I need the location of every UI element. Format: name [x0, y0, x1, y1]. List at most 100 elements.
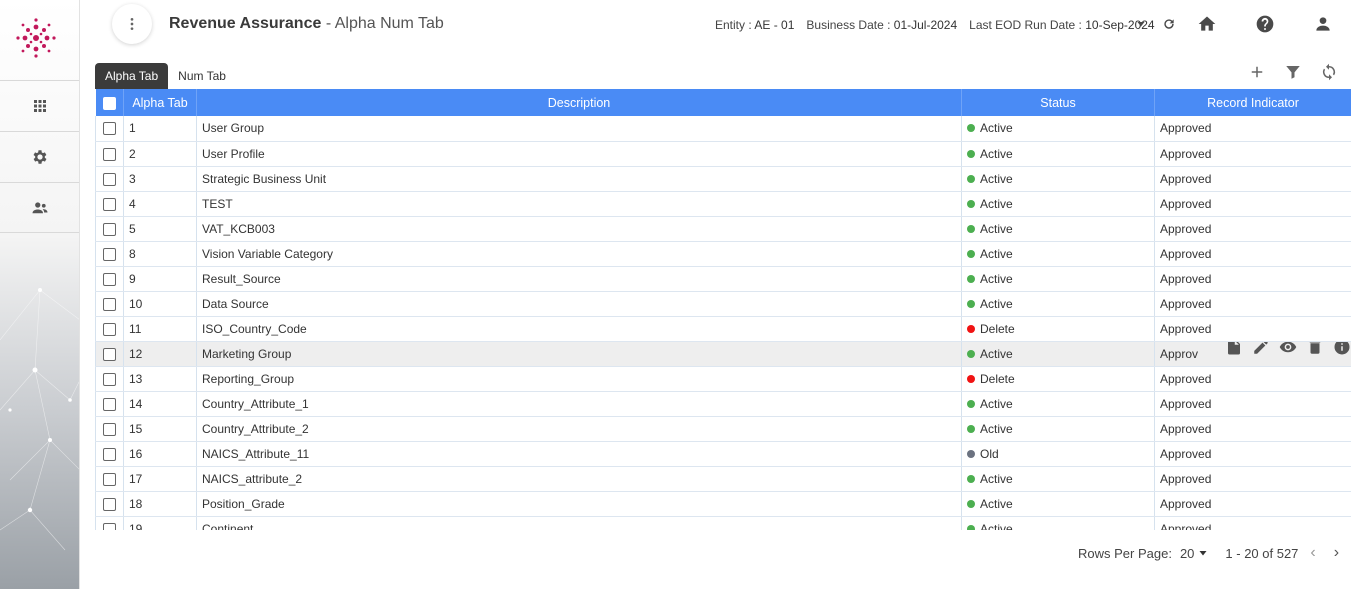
table-row[interactable]: 1 User Group Active Approved: [95, 116, 1351, 142]
row-checkbox[interactable]: [103, 347, 116, 361]
table-row[interactable]: 5 VAT_KCB003 Active Approved: [95, 216, 1351, 242]
record-indicator-cell: Approved: [1154, 291, 1351, 317]
row-checkbox[interactable]: [103, 272, 116, 286]
next-page-button[interactable]: ›: [1334, 544, 1339, 562]
home-icon: [1198, 16, 1216, 31]
table-row[interactable]: 17 NAICS_attribute_2 Active Approved: [95, 466, 1351, 492]
row-checkbox[interactable]: [103, 472, 116, 486]
status-dot: [967, 299, 975, 308]
add-button[interactable]: [1247, 62, 1267, 82]
row-checkbox[interactable]: [103, 372, 116, 386]
filter-button[interactable]: [1283, 62, 1303, 82]
select-all-checkbox[interactable]: [102, 96, 116, 110]
plus-icon: [1251, 66, 1263, 78]
table-row[interactable]: 18 Position_Grade Active Approved: [95, 491, 1351, 517]
users-button[interactable]: [0, 182, 79, 233]
refresh-date-button[interactable]: [1158, 13, 1180, 35]
row-select-cell: [95, 241, 124, 267]
status-dot: [967, 174, 975, 183]
status-dot: [967, 424, 975, 433]
alpha-tab-cell: 3: [123, 166, 197, 192]
row-checkbox[interactable]: [103, 247, 116, 261]
help-button[interactable]: [1254, 13, 1276, 35]
column-header-alpha-tab[interactable]: Alpha Tab: [123, 89, 197, 116]
home-button[interactable]: [1196, 13, 1218, 35]
reload-button[interactable]: [1319, 62, 1339, 82]
row-checkbox[interactable]: [103, 447, 116, 461]
status-text: Active: [980, 421, 1013, 436]
record-indicator-wrap: Approved: [1160, 272, 1351, 286]
description-cell: Vision Variable Category: [196, 241, 962, 267]
tab-bar: Alpha Tab Num Tab: [95, 63, 236, 89]
table-row[interactable]: 9 Result_Source Active Approved: [95, 266, 1351, 292]
copy-icon[interactable]: [1225, 341, 1243, 356]
status-text: Active: [980, 396, 1013, 411]
row-checkbox[interactable]: [103, 147, 116, 161]
alpha-tab-cell: 11: [123, 316, 197, 342]
status-text: Active: [980, 196, 1013, 211]
table-row[interactable]: 15 Country_Attribute_2 Active Approved: [95, 416, 1351, 442]
alpha-tab-table: Alpha Tab Description Status Record Indi…: [95, 89, 1351, 530]
record-indicator-text: Approved: [1160, 121, 1212, 136]
column-header-status[interactable]: Status: [961, 89, 1155, 116]
row-select-cell: [95, 116, 124, 142]
rows-per-page-select[interactable]: 20: [1180, 546, 1209, 561]
row-checkbox[interactable]: [103, 522, 116, 530]
table-row[interactable]: 3 Strategic Business Unit Active Approved: [95, 166, 1351, 192]
table-row[interactable]: 11 ISO_Country_Code Delete Approved: [95, 316, 1351, 342]
record-indicator-cell: Approved: [1154, 491, 1351, 517]
view-icon[interactable]: [1279, 341, 1297, 356]
row-checkbox[interactable]: [103, 497, 116, 511]
record-indicator-text: Approved: [1160, 496, 1212, 511]
eod-dropdown-button[interactable]: [1130, 13, 1152, 35]
previous-page-button[interactable]: ‹: [1310, 544, 1315, 562]
user-account-button[interactable]: [1312, 13, 1334, 35]
table-row[interactable]: 19 Continent Active Approved: [95, 516, 1351, 531]
row-checkbox[interactable]: [103, 397, 116, 411]
record-indicator-wrap: Approved: [1160, 372, 1351, 386]
record-indicator-cell: Approved: [1154, 141, 1351, 167]
status-cell: Active: [961, 466, 1155, 492]
table-row[interactable]: 4 TEST Active Approved: [95, 191, 1351, 217]
status-dot: [967, 124, 975, 133]
table-row[interactable]: 13 Reporting_Group Delete Approved: [95, 366, 1351, 392]
record-indicator-cell: Approved: [1154, 316, 1351, 342]
table-row[interactable]: 16 NAICS_Attribute_11 Old Approved: [95, 441, 1351, 467]
table-row[interactable]: 10 Data Source Active Approved: [95, 291, 1351, 317]
record-indicator-wrap: Approved: [1160, 322, 1351, 336]
more-menu-button[interactable]: [112, 4, 152, 44]
background-network-graphic: [0, 288, 79, 551]
row-select-cell: [95, 316, 124, 342]
settings-button[interactable]: [0, 131, 79, 182]
tab-alpha[interactable]: Alpha Tab: [95, 63, 169, 89]
row-checkbox[interactable]: [103, 122, 116, 136]
table-row[interactable]: 12 Marketing Group Active Approv: [95, 341, 1351, 367]
status-text: Active: [980, 521, 1013, 531]
table-row[interactable]: 2 User Profile Active Approved: [95, 141, 1351, 167]
row-checkbox[interactable]: [103, 197, 116, 211]
row-checkbox[interactable]: [103, 222, 116, 236]
row-checkbox[interactable]: [103, 422, 116, 436]
row-checkbox[interactable]: [103, 297, 116, 311]
table-row[interactable]: 14 Country_Attribute_1 Active Approved: [95, 391, 1351, 417]
row-checkbox[interactable]: [103, 172, 116, 186]
record-indicator-wrap: Approved: [1160, 422, 1351, 436]
column-header-description[interactable]: Description: [196, 89, 962, 116]
description-cell: Data Source: [196, 291, 962, 317]
record-indicator-cell: Approved: [1154, 466, 1351, 492]
delete-icon[interactable]: [1306, 341, 1324, 356]
tab-num[interactable]: Num Tab: [168, 63, 236, 89]
edit-icon[interactable]: [1252, 341, 1270, 356]
app-logo[interactable]: [14, 16, 58, 60]
table-row[interactable]: 8 Vision Variable Category Active Approved: [95, 241, 1351, 267]
row-select-cell: [95, 391, 124, 417]
row-select-cell: [95, 216, 124, 242]
row-select-cell: [95, 466, 124, 492]
apps-grid-button[interactable]: [0, 80, 79, 131]
row-checkbox[interactable]: [103, 322, 116, 336]
alpha-tab-cell: 8: [123, 241, 197, 267]
row-select-cell: [95, 416, 124, 442]
status-text: Active: [980, 246, 1013, 261]
info-icon[interactable]: [1333, 341, 1351, 356]
column-header-record-indicator[interactable]: Record Indicator: [1154, 89, 1351, 116]
